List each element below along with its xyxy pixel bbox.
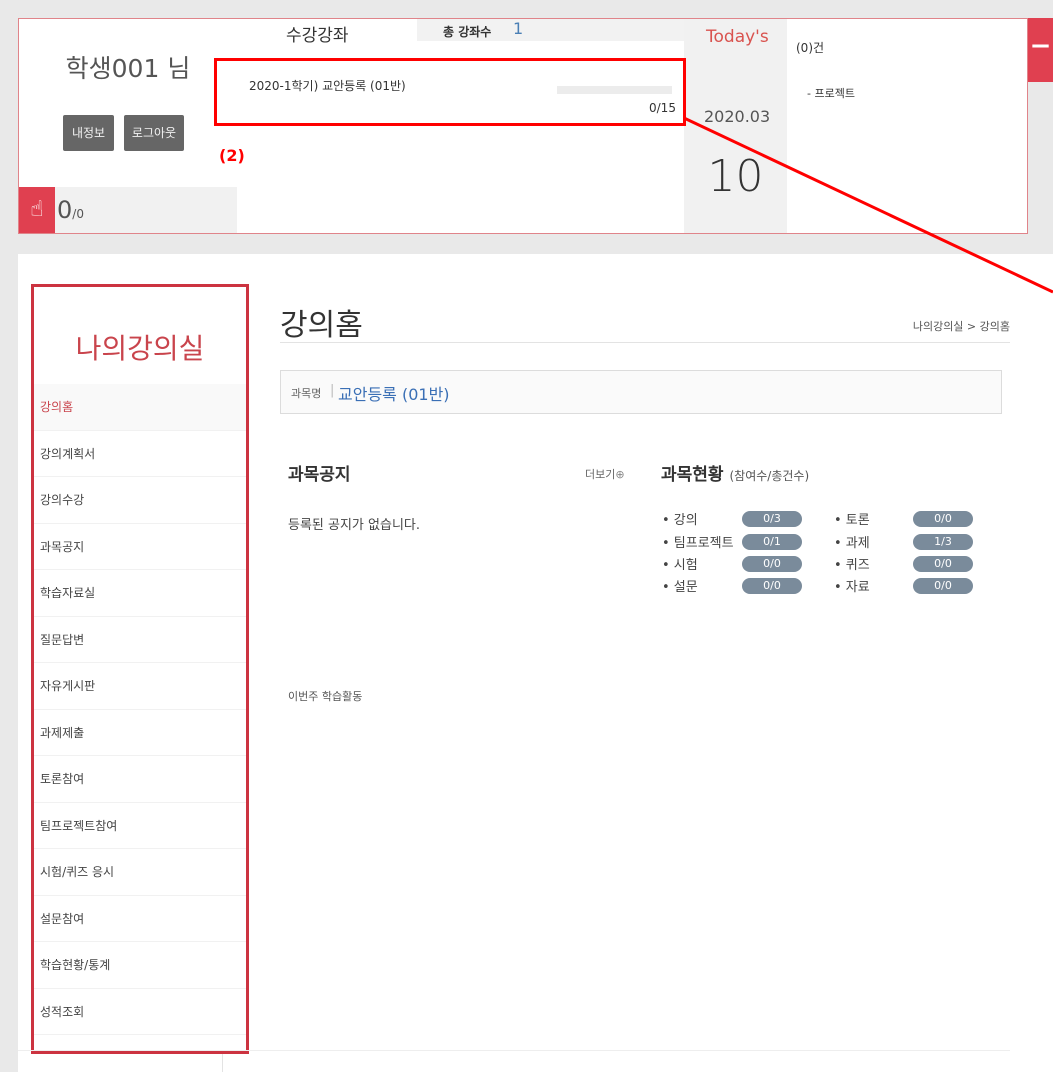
status-label-lecture: • 강의	[662, 513, 698, 528]
total-courses-value: 1	[513, 19, 524, 38]
sidebar-item-team-project[interactable]: 팀프로젝트참여	[34, 803, 246, 849]
status-pill-survey[interactable]: 0/0	[742, 578, 802, 594]
main-panel: 나의강의실 강의홈 강의계획서 강의수강 과목공지 학습자료실 질문답변 자유게…	[18, 254, 1053, 1072]
sidebar: 나의강의실 강의홈 강의계획서 강의수강 과목공지 학습자료실 질문답변 자유게…	[31, 284, 249, 1054]
status-pill-exam[interactable]: 0/0	[742, 556, 802, 572]
total-courses-cell: 총 강좌수 1	[417, 19, 684, 41]
today-day: 10	[707, 151, 764, 202]
sidebar-title: 나의강의실	[75, 332, 205, 365]
annotation-box	[214, 58, 686, 126]
sidebar-item-free-board[interactable]: 자유게시판	[34, 663, 246, 710]
today-month: 2020.03	[704, 107, 771, 126]
my-info-button[interactable]: 내정보	[63, 115, 114, 151]
courses-header: 수강강좌 총 강좌수 1	[238, 19, 684, 46]
status-pill-assignment[interactable]: 1/3	[913, 534, 973, 550]
sidebar-item-syllabus[interactable]: 강의계획서	[34, 431, 246, 477]
content-area: 강의홈 나의강의실 > 강의홈 과목명 | 교안등록 (01반) 과목공지 더보…	[280, 284, 1010, 1054]
points-total: /0	[72, 207, 84, 221]
sidebar-item-discussion[interactable]: 토론참여	[34, 756, 246, 803]
subject-label: 과목명	[291, 387, 322, 400]
status-title: 과목현황 (참여수/총건수)	[661, 460, 809, 485]
status-label-team-project: • 팀프로젝트	[662, 536, 734, 551]
breadcrumb: 나의강의실 > 강의홈	[912, 320, 1010, 333]
sidebar-item-qna[interactable]: 질문답변	[34, 617, 246, 663]
sidebar-menu: 강의홈 강의계획서 강의수강 과목공지 학습자료실 질문답변 자유게시판 과제제…	[34, 384, 246, 1035]
points-value: 0/0	[57, 196, 84, 224]
top-panel: 학생001 님 내정보 로그아웃 ☝ 0/0 수강강좌 총 강좌수 1 2020…	[18, 18, 1028, 234]
status-pill-resource[interactable]: 0/0	[913, 578, 973, 594]
status-label-exam: • 시험	[662, 558, 698, 573]
user-name: 학생001 님	[65, 54, 191, 83]
total-courses-label: 총 강좌수	[443, 25, 492, 39]
sidebar-item-notices[interactable]: 과목공지	[34, 524, 246, 570]
more-label: 더보기	[585, 468, 616, 481]
status-title-text: 과목현황	[661, 465, 724, 485]
notice-empty-message: 등록된 공지가 없습니다.	[288, 518, 420, 533]
plus-circle-icon: ⊕	[615, 468, 625, 481]
page-title: 강의홈	[280, 308, 363, 343]
sidebar-item-grades[interactable]: 성적조회	[34, 989, 246, 1035]
news-section: (0)건 - 프로젝트	[787, 19, 1027, 233]
subject-separator: |	[330, 383, 335, 398]
collapse-icon[interactable]: −	[1028, 18, 1053, 82]
logout-button[interactable]: 로그아웃	[124, 115, 184, 151]
notice-title: 과목공지	[288, 465, 351, 485]
status-label-discussion: • 토론	[834, 513, 870, 528]
status-pill-lecture[interactable]: 0/3	[742, 511, 802, 527]
status-label-quiz: • 퀴즈	[834, 558, 870, 573]
subject-name: 교안등록 (01반)	[338, 385, 450, 404]
status-pill-quiz[interactable]: 0/0	[913, 556, 973, 572]
status-label-resource: • 자료	[834, 580, 870, 595]
news-item[interactable]: - 프로젝트	[807, 85, 855, 101]
status-pill-discussion[interactable]: 0/0	[913, 511, 973, 527]
status-subtitle: (참여수/총건수)	[729, 469, 810, 483]
more-link[interactable]: 더보기⊕	[585, 466, 625, 482]
weekly-activity-title: 이번주 학습활동	[288, 690, 363, 703]
status-pill-team-project[interactable]: 0/1	[742, 534, 802, 550]
sidebar-item-materials[interactable]: 학습자료실	[34, 570, 246, 617]
status-label-survey: • 설문	[662, 580, 698, 595]
today-section: Today's 2020.03 10	[684, 19, 787, 233]
sidebar-item-assignments[interactable]: 과제제출	[34, 710, 246, 756]
title-divider	[280, 342, 1010, 343]
subject-box: 과목명 | 교안등록 (01반)	[280, 370, 1002, 414]
points-number: 0	[57, 196, 73, 224]
courses-title-cell: 수강강좌	[238, 19, 417, 46]
status-label-assignment: • 과제	[834, 536, 870, 551]
points-box: ☝ 0/0	[19, 187, 237, 233]
news-count: (0)건	[796, 41, 825, 55]
courses-section: 수강강좌 총 강좌수 1 2020-1학기) 교안등록 (01반) 0/15	[238, 19, 684, 233]
profile-section: 학생001 님 내정보 로그아웃 ☝ 0/0	[19, 19, 237, 233]
sidebar-item-exam-quiz[interactable]: 시험/퀴즈 응시	[34, 849, 246, 896]
sidebar-item-lecture-home[interactable]: 강의홈	[34, 384, 246, 431]
sidebar-item-lectures[interactable]: 강의수강	[34, 477, 246, 524]
bottom-divider	[18, 1050, 1010, 1051]
sidebar-item-survey[interactable]: 설문참여	[34, 896, 246, 942]
bottom-split-line	[222, 1054, 223, 1072]
annotation-label: (2)	[219, 146, 245, 165]
hand-pointer-icon[interactable]: ☝	[19, 187, 55, 233]
today-label: Today's	[706, 27, 769, 47]
courses-title: 수강강좌	[286, 26, 349, 46]
sidebar-item-statistics[interactable]: 학습현황/통계	[34, 942, 246, 989]
